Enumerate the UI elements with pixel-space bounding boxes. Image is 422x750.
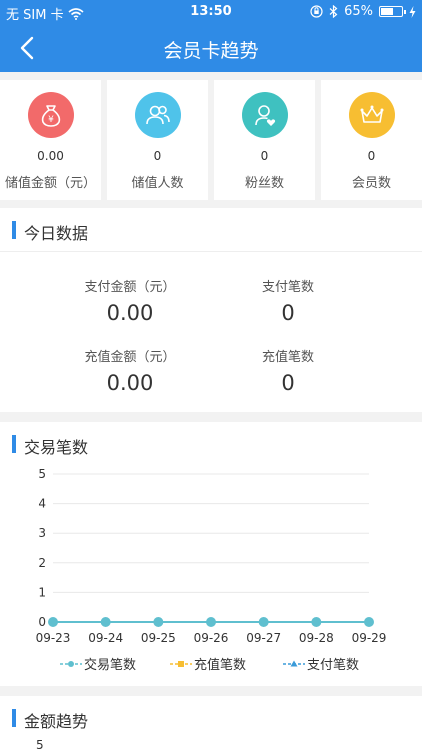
amount-trend-section: 金额趋势 5 (0, 696, 422, 750)
recharge-amount-cell: 充值金额（元） 0.00 (40, 346, 220, 395)
data-point (206, 617, 216, 627)
summary-row: ¥ 0.00 储值金额（元） 0 储值人数 0 粉丝数 0 会员数 (0, 80, 422, 200)
stored-amount-label: 储值金额（元） (4, 176, 96, 191)
fan-heart-icon (241, 92, 288, 138)
recharge-count-cell: 充值笔数 0 (198, 346, 378, 395)
transactions-title: 交易笔数 (24, 438, 89, 457)
fans-value: 0 (260, 149, 269, 163)
data-point (153, 617, 164, 627)
status-right: 65% (310, 4, 416, 19)
stored-users-label: 储值人数 (131, 176, 184, 191)
data-point (48, 617, 58, 627)
today-header: 今日数据 (0, 208, 422, 252)
charging-icon (409, 5, 416, 18)
legend-marker (68, 661, 74, 667)
data-point (364, 617, 374, 627)
stored-users-value: 0 (153, 149, 162, 163)
svg-text:¥: ¥ (48, 115, 54, 125)
x-tick-label: 09-23 (36, 631, 71, 645)
y-tick-label: 4 (38, 497, 46, 511)
data-point (258, 617, 269, 627)
x-tick-label: 09-28 (299, 631, 334, 645)
legend-label: 充值笔数 (194, 657, 246, 673)
fans-label: 粉丝数 (244, 176, 284, 191)
x-tick-label: 09-25 (141, 631, 176, 645)
data-point (100, 617, 111, 627)
summary-card-fans[interactable]: 0 粉丝数 (214, 80, 315, 200)
x-tick-label: 09-24 (88, 631, 123, 645)
crown-icon (348, 92, 395, 138)
pay-amount-cell: 支付金额（元） 0.00 (40, 276, 220, 325)
legend-marker (290, 660, 298, 667)
bluetooth-icon (329, 5, 338, 18)
page-title: 会员卡趋势 (163, 40, 259, 62)
data-point (311, 617, 322, 627)
amount-trend-header: 金额趋势 (0, 696, 422, 740)
users-icon (134, 92, 181, 138)
summary-card-members[interactable]: 0 会员数 (321, 80, 422, 200)
status-bar: 无 SIM 卡 13:50 65% (0, 0, 422, 24)
section-marker (12, 435, 16, 453)
transactions-chart: 0 1 2 3 4 5 09-23 09-24 09-25 09-26 09-27 09-28 09-2… (0, 466, 422, 716)
pay-count-label: 支付笔数 (261, 280, 314, 295)
battery-icon (379, 6, 406, 17)
line-chart: 0 1 2 3 4 5 09-23 09-24 09-25 09-26 09-27 09-28 09-2… (36, 467, 387, 673)
section-marker (12, 221, 16, 239)
legend-label: 交易笔数 (84, 657, 136, 673)
members-value: 0 (367, 149, 376, 163)
x-tick-label: 09-26 (194, 631, 229, 645)
battery-percent: 65% (344, 4, 373, 19)
today-section: 今日数据 支付金额（元） 0.00 支付笔数 0 充值金额（元） 0.00 充值… (0, 208, 422, 412)
summary-card-stored-users[interactable]: 0 储值人数 (107, 80, 208, 200)
section-marker (12, 709, 16, 727)
stored-amount-value: 0.00 (37, 149, 64, 163)
amount-trend-title: 金额趋势 (24, 712, 89, 731)
pay-amount-value: 0.00 (106, 301, 154, 325)
recharge-amount-value: 0.00 (106, 371, 154, 395)
pay-count-value: 0 (281, 301, 295, 325)
summary-card-stored-amount[interactable]: ¥ 0.00 储值金额（元） (0, 80, 101, 200)
nav-bar: 会员卡趋势 (0, 24, 422, 72)
header: 无 SIM 卡 13:50 65% 会员卡趋势 (0, 0, 422, 72)
legend-marker (178, 661, 184, 667)
recharge-count-label: 充值笔数 (261, 350, 314, 365)
orientation-lock-icon (310, 5, 323, 18)
y-tick-label: 2 (38, 556, 46, 570)
transactions-header: 交易笔数 (0, 422, 422, 466)
x-tick-label: 09-27 (246, 631, 281, 645)
recharge-amount-label: 充值金额（元） (84, 350, 176, 365)
amount-trend-y-tick: 5 (36, 738, 44, 750)
recharge-count-value: 0 (281, 371, 295, 395)
y-tick-label: 1 (38, 585, 46, 599)
legend-label: 支付笔数 (307, 657, 359, 673)
x-tick-label: 09-29 (352, 631, 387, 645)
today-grid: 支付金额（元） 0.00 支付笔数 0 充值金额（元） 0.00 充值笔数 0 (0, 252, 422, 410)
y-tick-label: 5 (38, 467, 46, 481)
money-bag-icon: ¥ (27, 92, 74, 138)
y-tick-label: 0 (38, 615, 46, 629)
pay-count-cell: 支付笔数 0 (198, 276, 378, 325)
y-tick-label: 3 (38, 526, 46, 540)
members-label: 会员数 (351, 176, 391, 191)
today-title: 今日数据 (24, 224, 89, 243)
transactions-section: 交易笔数 0 1 2 3 4 5 09-23 09-24 09-25 09-26 09-27 09-2… (0, 422, 422, 686)
pay-amount-label: 支付金额（元） (84, 280, 176, 295)
